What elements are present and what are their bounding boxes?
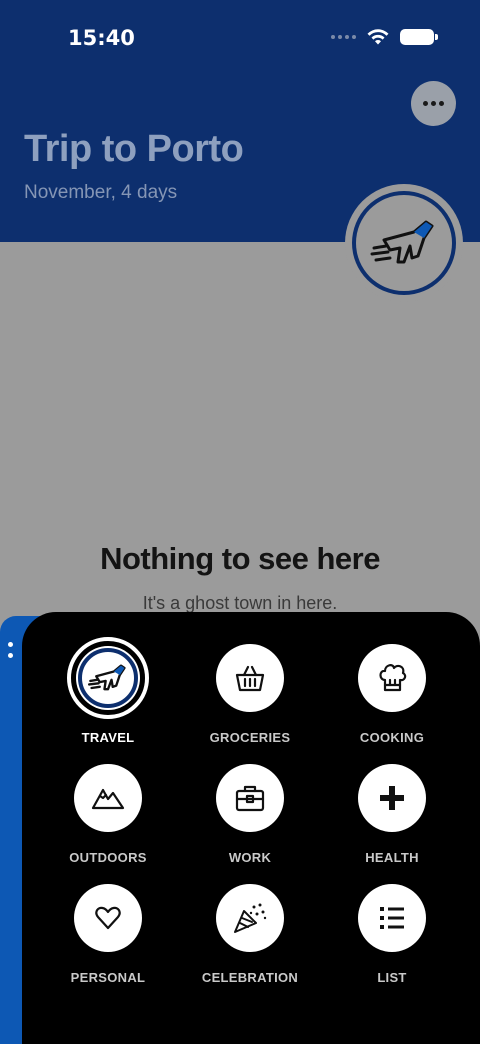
- category-label: CELEBRATION: [201, 970, 299, 985]
- status-icons: [331, 28, 438, 46]
- category-outdoors[interactable]: OUTDOORS: [38, 764, 178, 865]
- drag-handle-icon[interactable]: [8, 642, 13, 658]
- category-label: PERSONAL: [70, 970, 146, 985]
- party-popper-icon: [234, 903, 267, 933]
- category-health[interactable]: HEALTH: [322, 764, 462, 865]
- category-travel-circle: [67, 637, 149, 719]
- category-list[interactable]: LIST: [322, 884, 462, 985]
- wifi-icon: [367, 29, 389, 45]
- more-horizontal-icon: [423, 101, 428, 106]
- category-groceries[interactable]: GROCERIES: [180, 644, 320, 745]
- mountains-icon: [91, 788, 125, 810]
- page-title: Trip to Porto: [24, 128, 244, 170]
- category-label: TRAVEL: [81, 730, 135, 745]
- plane-icon: [370, 220, 434, 264]
- battery-icon: [400, 29, 438, 45]
- empty-state-title: Nothing to see here: [100, 541, 380, 576]
- basket-icon: [235, 665, 265, 692]
- category-work[interactable]: WORK: [180, 764, 320, 865]
- category-celebration[interactable]: CELEBRATION: [180, 884, 320, 985]
- category-label: COOKING: [359, 730, 425, 745]
- category-cooking[interactable]: COOKING: [322, 644, 462, 745]
- more-options-button[interactable]: [411, 81, 456, 126]
- category-label: HEALTH: [365, 850, 419, 865]
- category-personal[interactable]: PERSONAL: [38, 884, 178, 985]
- plus-icon: [380, 786, 404, 810]
- category-picker-sheet: TRAVEL GROCERIES COOKING OUTDOORS WORK H…: [22, 612, 480, 1044]
- briefcase-icon: [235, 785, 265, 812]
- category-label: GROCERIES: [209, 730, 291, 745]
- category-label: OUTDOORS: [69, 850, 147, 865]
- chef-hat-icon: [379, 664, 407, 692]
- category-travel[interactable]: TRAVEL: [38, 637, 178, 745]
- category-label: WORK: [228, 850, 272, 865]
- status-time: 15:40: [68, 26, 135, 50]
- empty-state-subtitle: It's a ghost town in here.: [142, 593, 338, 613]
- category-label: LIST: [377, 970, 407, 985]
- plane-icon: [88, 664, 126, 691]
- trip-category-badge[interactable]: [345, 184, 463, 302]
- list-icon: [380, 907, 404, 929]
- page-subtitle: November, 4 days: [24, 182, 178, 203]
- heart-icon: [95, 906, 121, 930]
- cellular-signal-icon: [331, 35, 356, 39]
